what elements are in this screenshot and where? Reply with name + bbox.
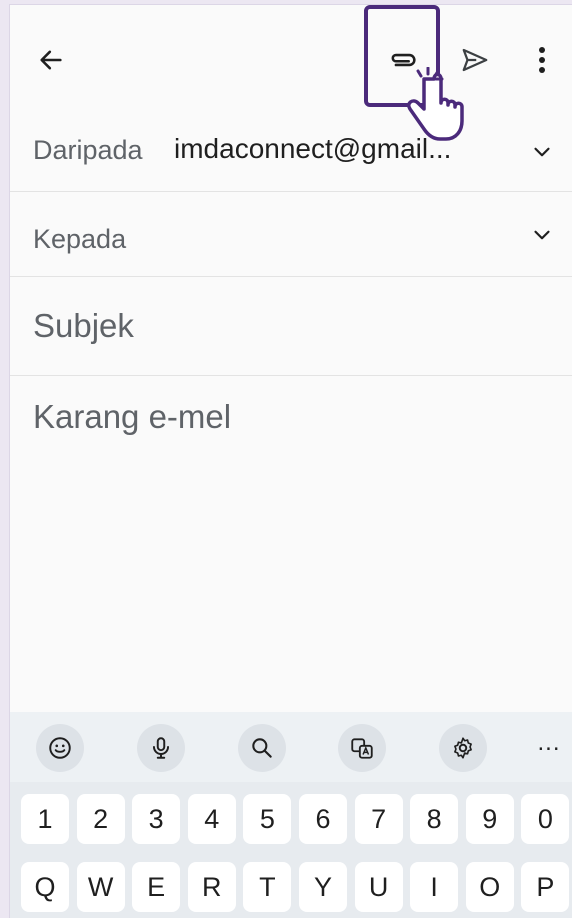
from-label: Daripada — [33, 135, 143, 165]
key-t[interactable]: T — [243, 862, 292, 912]
body-input[interactable]: Karang e-mel — [33, 398, 231, 436]
key-i[interactable]: I — [410, 862, 459, 912]
chevron-down-icon[interactable] — [529, 222, 555, 248]
keyboard-more-button[interactable]: ... — [525, 724, 572, 772]
more-vertical-icon — [539, 47, 545, 73]
keyboard-settings-button[interactable] — [439, 724, 487, 772]
keyboard-search-button[interactable] — [238, 724, 286, 772]
key-8[interactable]: 8 — [410, 794, 459, 844]
key-6[interactable]: 6 — [299, 794, 347, 844]
microphone-icon — [152, 737, 170, 759]
compose-screen: Daripada imdaconnect@gmail... Kepada Sub… — [9, 4, 572, 918]
back-button[interactable] — [28, 37, 74, 83]
search-icon — [252, 738, 272, 758]
from-row[interactable]: Daripada imdaconnect@gmail... — [10, 115, 572, 192]
key-4[interactable]: 4 — [187, 794, 236, 844]
key-5[interactable]: 5 — [243, 794, 292, 844]
key-0[interactable]: 0 — [521, 794, 570, 844]
settings-icon — [454, 737, 472, 759]
onscreen-keyboard: ... 1234567890 QWERTYUIOP — [10, 712, 572, 918]
from-account-value: imdaconnect@gmail... — [174, 133, 452, 164]
subject-row: Subjek — [10, 277, 572, 376]
key-3[interactable]: 3 — [132, 794, 181, 844]
send-icon — [462, 48, 488, 72]
translate-button[interactable] — [338, 724, 386, 772]
key-p[interactable]: P — [521, 862, 570, 912]
key-e[interactable]: E — [132, 862, 181, 912]
emoji-button[interactable] — [36, 724, 84, 772]
key-9[interactable]: 9 — [465, 794, 514, 844]
key-o[interactable]: O — [465, 862, 514, 912]
voice-input-button[interactable] — [137, 724, 185, 772]
key-y[interactable]: Y — [299, 862, 347, 912]
key-7[interactable]: 7 — [354, 794, 403, 844]
key-r[interactable]: R — [187, 862, 236, 912]
key-2[interactable]: 2 — [76, 794, 125, 844]
to-row[interactable]: Kepada — [10, 192, 572, 277]
key-1[interactable]: 1 — [21, 794, 69, 844]
to-label: Kepada — [33, 224, 127, 254]
subject-input[interactable]: Subjek — [33, 307, 134, 345]
attach-button[interactable] — [380, 37, 426, 83]
more-options-button[interactable] — [522, 37, 562, 83]
keyboard-toolbar: ... — [10, 712, 572, 782]
compose-toolbar — [10, 5, 572, 141]
chevron-down-icon[interactable] — [529, 139, 555, 165]
key-q[interactable]: Q — [21, 862, 69, 912]
emoji-icon — [49, 737, 71, 759]
more-horizontal-icon: ... — [537, 729, 561, 756]
key-w[interactable]: W — [76, 862, 125, 912]
translate-icon — [351, 738, 373, 759]
key-u[interactable]: U — [354, 862, 403, 912]
paperclip-icon — [391, 53, 416, 67]
arrow-left-icon — [40, 50, 62, 70]
send-button[interactable] — [450, 37, 500, 83]
